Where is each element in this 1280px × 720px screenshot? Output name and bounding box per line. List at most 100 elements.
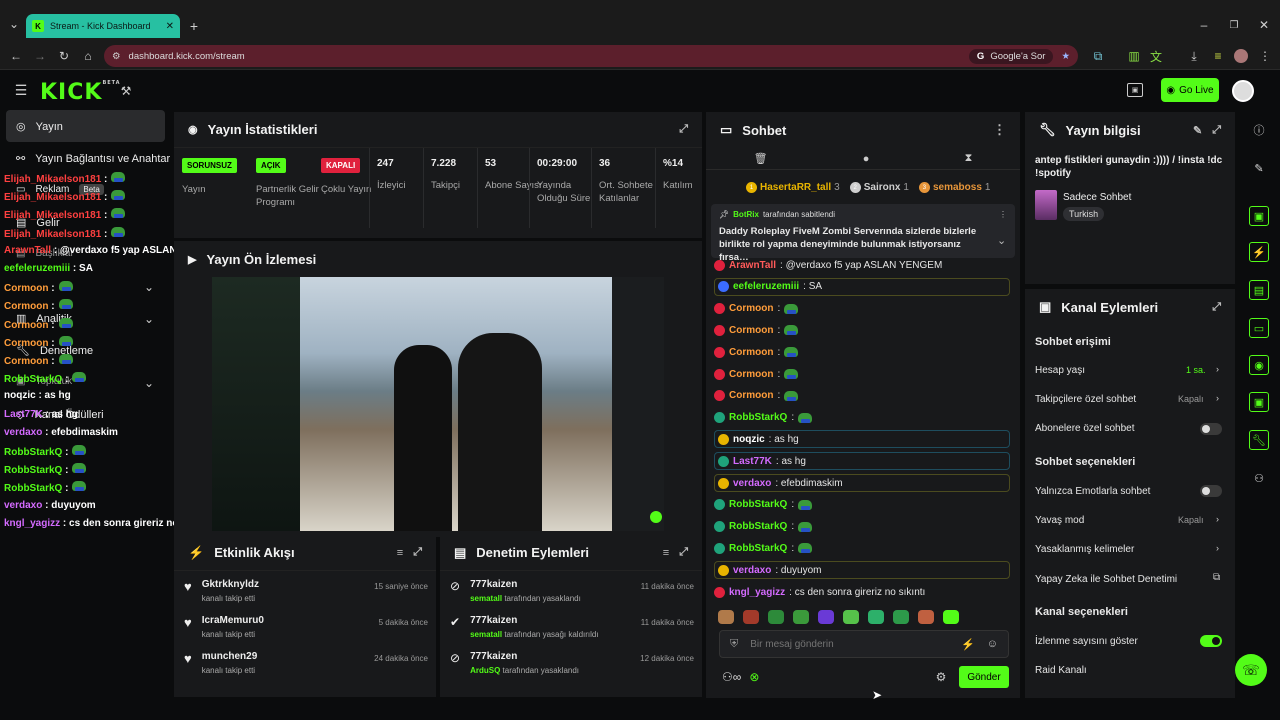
filter-icon[interactable]: ≡: [397, 547, 403, 559]
chevron-down-icon[interactable]: ⌄: [142, 280, 156, 294]
download-icon[interactable]: ⤓: [1186, 48, 1202, 64]
stream-preview-video[interactable]: [212, 277, 664, 531]
back-icon[interactable]: ←: [8, 48, 24, 64]
stats-panel-icon[interactable]: ◉: [1249, 355, 1269, 375]
support-chat-button[interactable]: ☏: [1235, 654, 1267, 686]
emote-icon[interactable]: [818, 610, 834, 624]
google-ask-button[interactable]: G Google'a Sor: [968, 48, 1054, 64]
chat-message[interactable]: noqzic: as hg: [714, 430, 1010, 449]
chevron-down-icon[interactable]: ⌄: [997, 234, 1006, 247]
chevron-down-icon[interactable]: ⌄: [142, 376, 156, 390]
expand-icon[interactable]: ⤢: [1212, 124, 1221, 137]
chat-panel-icon[interactable]: ▭: [1249, 318, 1269, 338]
emote-icon[interactable]: [768, 610, 784, 624]
activity-row[interactable]: ♥ IcraMemuru0 kanalı takip etti 5 dakika ön…: [184, 615, 428, 639]
lightning-panel-icon[interactable]: ⚡: [1249, 242, 1269, 262]
chat-message[interactable]: verdaxo: efebdimaskim: [714, 474, 1010, 492]
go-live-button[interactable]: ◉ Go Live: [1161, 78, 1219, 102]
emote-icon[interactable]: [743, 610, 759, 624]
video-panel-icon[interactable]: ▣: [1249, 206, 1269, 226]
expand-icon[interactable]: ⤢: [413, 546, 422, 559]
external-link-icon[interactable]: ⧉: [1213, 572, 1220, 583]
gifter[interactable]: 3 semaboss 1: [918, 182, 990, 193]
bookmark-star-icon[interactable]: ★: [1061, 51, 1070, 62]
subs-only-toggle[interactable]: [1200, 423, 1222, 435]
users-icon[interactable]: ⚇: [1249, 468, 1269, 488]
info-icon[interactable]: ⓘ: [1249, 120, 1269, 140]
chevron-down-icon[interactable]: ⌄: [142, 312, 156, 326]
emoji-icon[interactable]: ☺: [987, 638, 998, 650]
chat-message[interactable]: RobbStarkQ:: [714, 518, 1010, 536]
browser-tab[interactable]: K Stream - Kick Dashboard ✕: [26, 14, 180, 38]
home-icon[interactable]: ⌂: [80, 48, 96, 64]
trash-extension-icon[interactable]: ▥: [1126, 48, 1142, 64]
ai-mod-label[interactable]: Yapay Zeka ile Sohbet Denetimi: [1035, 574, 1177, 585]
banned-words-label[interactable]: Yasaklanmış kelimeler: [1035, 544, 1134, 555]
chat-message[interactable]: Cormoon:: [714, 300, 1010, 318]
expand-icon[interactable]: ⤢: [679, 546, 688, 559]
unpin-icon[interactable]: ⋮: [999, 210, 1007, 219]
browser-menu-icon[interactable]: ⋮: [1258, 48, 1272, 64]
emote-icon[interactable]: [893, 610, 909, 624]
emote-icon[interactable]: [843, 610, 859, 624]
user-avatar[interactable]: [1232, 80, 1254, 102]
chat-message[interactable]: Cormoon:: [714, 343, 1010, 361]
reload-icon[interactable]: ↻: [56, 48, 72, 64]
chat-message[interactable]: Cormoon:: [714, 365, 1010, 383]
command-icon[interactable]: ⚡: [961, 638, 975, 651]
tag-pill[interactable]: Turkish: [1063, 207, 1105, 221]
emote-icon[interactable]: [718, 610, 734, 624]
translate-icon[interactable]: 文: [1148, 48, 1164, 64]
chat-message[interactable]: Last77K: as hg: [714, 452, 1010, 471]
emote-icon[interactable]: [943, 610, 959, 624]
mod-row[interactable]: ⊘ 777kaizen ArduSQ tarafından yasaklandı 12…: [450, 651, 694, 675]
chat-menu-icon[interactable]: ⋮: [993, 122, 1006, 138]
sidebar-item-yayin-row[interactable]: ◎ Yayın: [16, 120, 63, 134]
account-age-label[interactable]: Hesap yaşı: [1035, 365, 1085, 376]
edit-icon[interactable]: ✎: [1193, 124, 1202, 137]
media-icon[interactable]: ≡: [1210, 48, 1226, 64]
emote-icon[interactable]: [918, 610, 934, 624]
activity-row[interactable]: ♥ munchen29 kanalı takip etti 24 dakika önc…: [184, 651, 428, 675]
trash-icon[interactable]: 🗑︎: [754, 152, 768, 165]
chat-message[interactable]: ArawnTall: @verdaxo f5 yap ASLAN YENGEM: [714, 256, 1010, 274]
hamburger-menu-icon[interactable]: ☰: [14, 82, 28, 98]
filter-icon[interactable]: ≡: [663, 547, 669, 559]
chevron-right-icon[interactable]: ›: [1216, 514, 1219, 524]
kick-logo[interactable]: KICKBETA: [40, 80, 121, 105]
window-panel-icon[interactable]: ▣: [1249, 392, 1269, 412]
chat-settings-icon[interactable]: ⚙: [934, 670, 948, 684]
users-infinity-icon[interactable]: ⚇∞: [722, 670, 741, 684]
emote-icon[interactable]: [868, 610, 884, 624]
kick-coin-icon[interactable]: ⊗: [749, 670, 759, 684]
chat-message[interactable]: verdaxo: duyuyom: [714, 561, 1010, 580]
chevron-right-icon[interactable]: ›: [1216, 393, 1219, 403]
close-tab-icon[interactable]: ✕: [166, 21, 174, 32]
minimize-icon[interactable]: –: [1196, 18, 1212, 32]
new-tab-icon[interactable]: +: [186, 18, 202, 34]
activity-row[interactable]: ♥ Gktrkknyldz kanalı takip etti 15 saniye ö…: [184, 579, 428, 603]
forward-icon[interactable]: →: [32, 48, 48, 64]
chat-input[interactable]: ⛨ ⚡ ☺: [719, 630, 1009, 658]
chat-message[interactable]: RobbStarkQ:: [714, 496, 1010, 514]
followers-only-label[interactable]: Takipçilere özel sohbet: [1035, 394, 1136, 405]
mod-row[interactable]: ✔ 777kaizen sematall tarafından yasağı kal…: [450, 615, 694, 639]
edit-icon[interactable]: ✎: [1249, 158, 1269, 178]
gifter[interactable]: 1 HasertaRR_tall 3: [746, 182, 840, 193]
chevron-right-icon[interactable]: ›: [1216, 364, 1219, 374]
expand-icon[interactable]: ⤢: [1212, 301, 1221, 314]
send-button[interactable]: Gönder: [959, 666, 1009, 688]
slow-mode-label[interactable]: Yavaş mod: [1035, 515, 1084, 526]
address-bar[interactable]: ⚙ dashboard.kick.com/stream G Google'a S…: [104, 45, 1078, 67]
chat-message[interactable]: Cormoon:: [714, 321, 1010, 339]
chat-message[interactable]: RobbStarkQ:: [714, 409, 1010, 427]
maximize-icon[interactable]: ❐: [1226, 18, 1242, 32]
sidebar-item-stream-key[interactable]: ⚯ Yayın Bağlantısı ve Anahtar: [16, 152, 170, 166]
mod-row[interactable]: ⊘ 777kaizen sematall tarafından yasaklandı…: [450, 579, 694, 603]
chat-message[interactable]: kngl_yagizz: cs den sonra gireriz no sık…: [714, 583, 1010, 601]
emote-only-toggle[interactable]: [1200, 485, 1222, 497]
extension-icon[interactable]: ⧉: [1090, 48, 1106, 64]
close-window-icon[interactable]: ✕: [1256, 18, 1272, 32]
wrench-panel-icon[interactable]: 🔧︎: [1249, 430, 1269, 450]
tools-icon[interactable]: ⚒: [118, 83, 134, 99]
